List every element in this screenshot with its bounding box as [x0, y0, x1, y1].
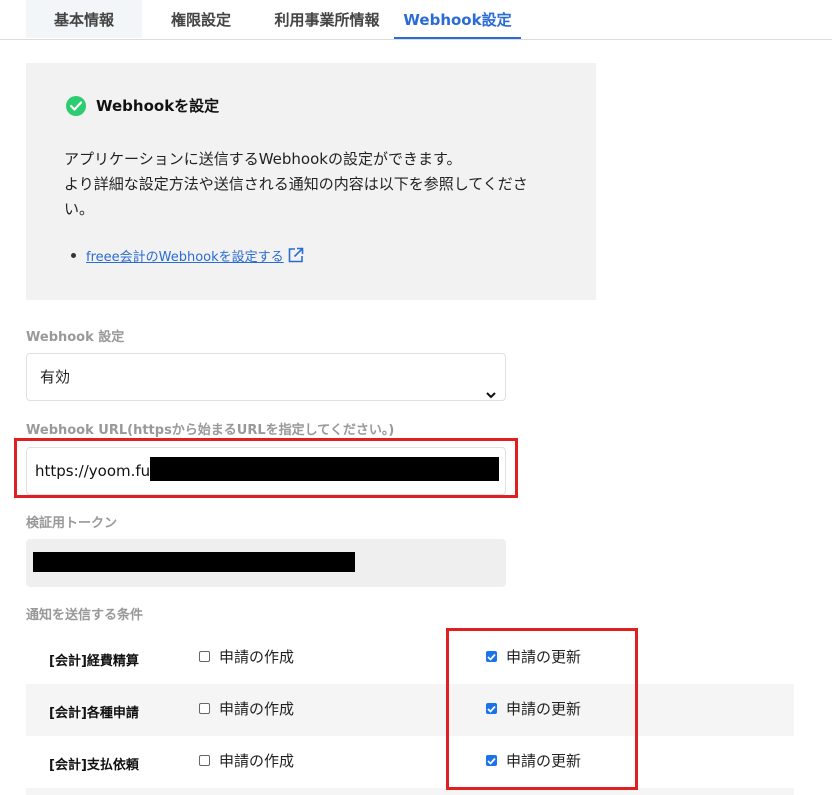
help-link-item: freee会計のWebhookを設定する	[71, 246, 304, 265]
create-checkbox[interactable]	[199, 651, 210, 662]
token-redaction	[33, 552, 355, 572]
condition-row-next	[26, 788, 794, 795]
webhook-url-value: https://yoom.fun/	[35, 462, 165, 480]
tab-basic-info[interactable]: 基本情報	[26, 0, 142, 38]
create-checkbox-group[interactable]: 申請の作成	[199, 750, 294, 771]
tab-permissions[interactable]: 権限設定	[142, 0, 260, 38]
url-redaction	[150, 457, 499, 481]
info-title: Webhookを設定	[66, 95, 219, 116]
condition-name: [会計]経費精算	[49, 654, 139, 669]
token-label: 検証用トークン	[26, 516, 118, 531]
info-desc-line1: アプリケーションに送信するWebhookの設定ができます。	[64, 150, 462, 168]
create-label: 申請の作成	[219, 700, 295, 718]
check-circle-icon	[66, 95, 86, 116]
create-label: 申請の作成	[219, 752, 295, 770]
tab-webhook-settings[interactable]: Webhook設定	[394, 0, 521, 39]
tab-office-info[interactable]: 利用事業所情報	[260, 0, 394, 38]
condition-name: [会計]支払依頼	[49, 758, 139, 773]
create-checkbox[interactable]	[199, 755, 210, 766]
condition-row-requests: [会計]各種申請 申請の作成 申請の更新	[26, 684, 794, 736]
webhook-setting-label: Webhook 設定	[26, 330, 125, 345]
info-panel: Webhookを設定 アプリケーションに送信するWebhookの設定ができます。…	[26, 63, 596, 300]
webhook-setting-value: 有効	[40, 368, 71, 386]
help-link[interactable]: freee会計のWebhookを設定する	[86, 246, 284, 265]
bullet-icon	[71, 253, 76, 258]
create-checkbox[interactable]	[199, 703, 210, 714]
info-desc-line2: より詳細な設定方法や送信される通知の内容は以下を参照してください。	[64, 175, 528, 218]
condition-row-expense: [会計]経費精算 申請の作成 申請の更新	[26, 632, 794, 684]
create-checkbox-group[interactable]: 申請の作成	[199, 698, 294, 719]
info-title-text: Webhookを設定	[96, 97, 220, 115]
update-highlight-box	[446, 628, 638, 790]
create-checkbox-group[interactable]: 申請の作成	[199, 646, 294, 667]
create-label: 申請の作成	[219, 648, 295, 666]
conditions-label: 通知を送信する条件	[26, 608, 144, 623]
chevron-down-icon	[485, 372, 497, 418]
tab-bar: 基本情報 権限設定 利用事業所情報 Webhook設定	[0, 0, 832, 40]
info-description: アプリケーションに送信するWebhookの設定ができます。 より詳細な設定方法や…	[64, 147, 554, 222]
condition-row-payment: [会計]支払依頼 申請の作成 申請の更新	[26, 736, 794, 788]
webhook-url-label: Webhook URL(httpsから始まるURLを指定してください。)	[26, 423, 395, 438]
external-link-icon[interactable]	[287, 247, 304, 264]
condition-name: [会計]各種申請	[49, 706, 139, 721]
webhook-setting-select[interactable]: 有効	[26, 353, 506, 401]
